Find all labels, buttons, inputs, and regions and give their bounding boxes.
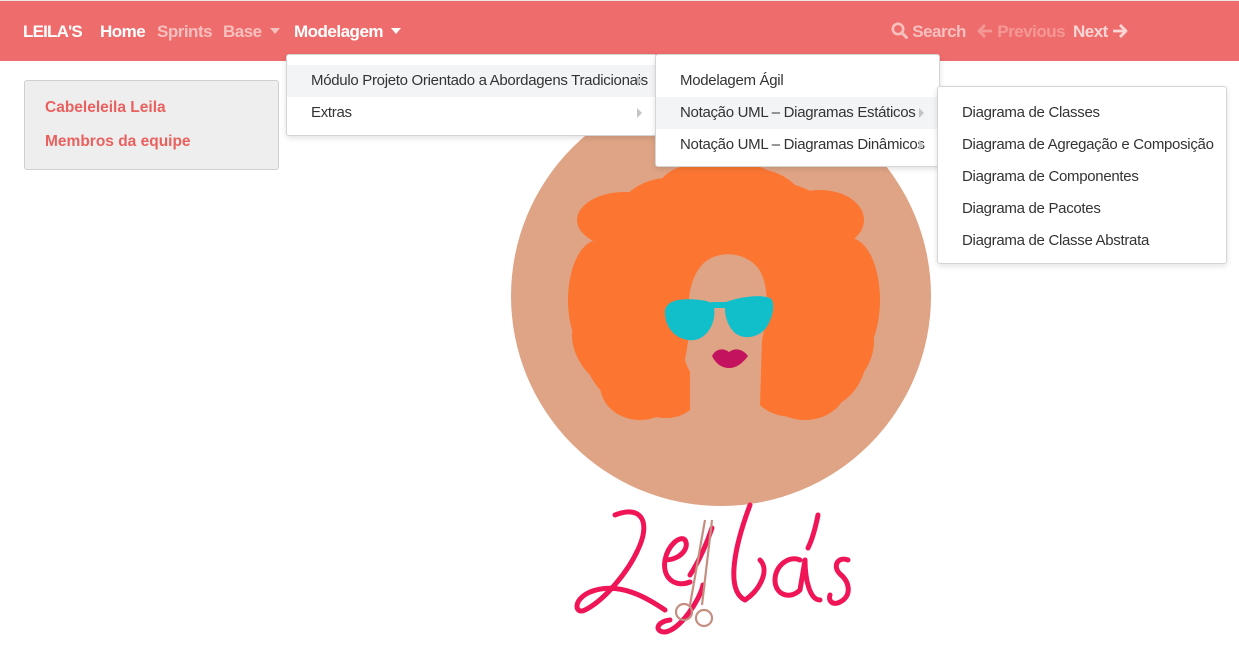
diagramas-estaticos-submenu: Diagrama de Classes Diagrama de Agregaçã… bbox=[937, 86, 1227, 264]
sidebar-link-membros[interactable]: Membros da equipe bbox=[45, 133, 191, 151]
sidebar-panel: Cabeleleila Leila Membros da equipe bbox=[24, 80, 279, 170]
nav-home[interactable]: Home bbox=[100, 1, 146, 62]
menu-item-diagrama-pacotes[interactable]: Diagrama de Pacotes bbox=[938, 193, 1226, 225]
menu-item-modulo-projeto-label: Módulo Projeto Orientado a Abordagens Tr… bbox=[311, 72, 648, 89]
menu-item-uml-dinamicos-label: Notação UML – Diagramas Dinâmicos bbox=[680, 136, 925, 153]
menu-item-extras-label: Extras bbox=[311, 104, 352, 121]
hair-shape bbox=[568, 161, 880, 420]
next-button[interactable]: Next bbox=[1073, 1, 1128, 62]
menu-item-modulo-projeto[interactable]: Módulo Projeto Orientado a Abordagens Tr… bbox=[287, 65, 656, 97]
nav-modelagem-dropdown[interactable]: Modelagem bbox=[294, 1, 402, 62]
sidebar-link-cabeleleila[interactable]: Cabeleleila Leila bbox=[45, 99, 166, 117]
nav-base-label: Base bbox=[223, 22, 262, 41]
caret-down-icon bbox=[391, 28, 402, 34]
scissors-icon bbox=[674, 519, 714, 628]
arrow-right-icon bbox=[1113, 24, 1128, 38]
menu-item-diagrama-classes[interactable]: Diagrama de Classes bbox=[938, 97, 1226, 129]
previous-button[interactable]: Previous bbox=[977, 1, 1066, 62]
previous-label: Previous bbox=[997, 22, 1066, 41]
modelagem-dropdown-menu: Módulo Projeto Orientado a Abordagens Tr… bbox=[286, 54, 657, 136]
nav-base-dropdown[interactable]: Base bbox=[223, 1, 280, 62]
menu-item-extras[interactable]: Extras bbox=[287, 97, 656, 129]
sunglasses-shape bbox=[664, 296, 774, 341]
nav-sprints[interactable]: Sprints bbox=[157, 1, 213, 62]
lips-shape bbox=[712, 349, 748, 368]
menu-item-uml-estaticos-label: Notação UML – Diagramas Estáticos bbox=[680, 104, 916, 121]
logo-script bbox=[574, 502, 851, 635]
top-navbar: LEILA'S Home Sprints Base Modelagem Sear… bbox=[0, 0, 1239, 61]
menu-item-diagrama-agregacao[interactable]: Diagrama de Agregação e Composição bbox=[938, 129, 1226, 161]
arrow-left-icon bbox=[977, 24, 992, 38]
menu-item-diagrama-pacotes-label: Diagrama de Pacotes bbox=[962, 200, 1101, 217]
menu-item-uml-dinamicos[interactable]: Notação UML – Diagramas Dinâmicos bbox=[656, 129, 939, 161]
menu-item-diagrama-agregacao-label: Diagrama de Agregação e Composição bbox=[962, 136, 1214, 153]
caret-right-icon bbox=[637, 108, 642, 118]
menu-item-modelagem-agil-label: Modelagem Ágil bbox=[680, 72, 784, 89]
menu-item-modelagem-agil[interactable]: Modelagem Ágil bbox=[656, 65, 939, 97]
caret-right-icon bbox=[919, 108, 924, 118]
menu-item-uml-estaticos[interactable]: Notação UML – Diagramas Estáticos bbox=[656, 97, 939, 129]
menu-item-diagrama-classes-label: Diagrama de Classes bbox=[962, 104, 1100, 121]
brand-link[interactable]: LEILA'S bbox=[23, 1, 83, 62]
next-label: Next bbox=[1073, 22, 1108, 41]
nav-modelagem-label: Modelagem bbox=[294, 22, 384, 41]
menu-item-diagrama-classe-abstrata[interactable]: Diagrama de Classe Abstrata bbox=[938, 225, 1226, 257]
menu-item-diagrama-componentes-label: Diagrama de Componentes bbox=[962, 168, 1139, 185]
face-shape bbox=[685, 262, 760, 392]
caret-right-icon bbox=[919, 140, 924, 150]
caret-right-icon bbox=[637, 76, 642, 86]
search-icon bbox=[891, 22, 908, 39]
modulo-submenu: Modelagem Ágil Notação UML – Diagramas E… bbox=[655, 54, 940, 167]
caret-down-icon bbox=[269, 28, 280, 34]
menu-item-diagrama-componentes[interactable]: Diagrama de Componentes bbox=[938, 161, 1226, 193]
search-button[interactable]: Search bbox=[891, 1, 966, 62]
search-label: Search bbox=[912, 22, 966, 41]
menu-item-diagrama-classe-abstrata-label: Diagrama de Classe Abstrata bbox=[962, 232, 1149, 249]
